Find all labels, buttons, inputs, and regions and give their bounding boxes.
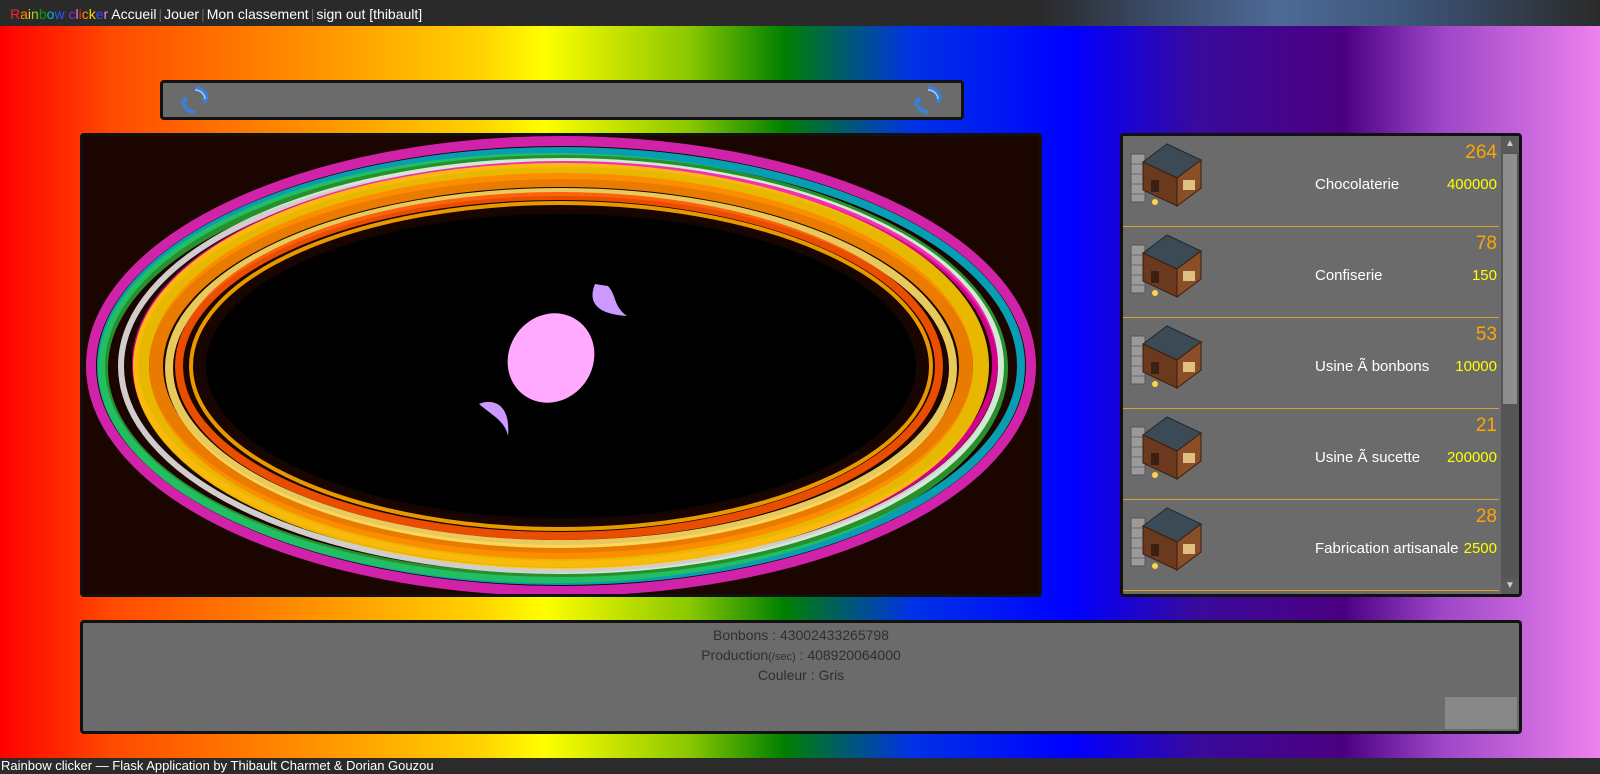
building-icon <box>1130 507 1202 571</box>
shop-item[interactable]: 53 Usine Ã bonbons 10000 <box>1123 318 1499 409</box>
item-price: 10000 <box>1455 358 1497 375</box>
item-name: Usine Ã sucette <box>1315 449 1421 466</box>
shop-item[interactable]: 78 Confiserie 150 <box>1123 227 1499 318</box>
refresh-icon[interactable] <box>179 84 211 116</box>
item-price: 150 <box>1471 267 1497 284</box>
nav-link-home[interactable]: Accueil <box>111 6 156 22</box>
stats-panel: Bonbons : 43002433265798 Production(/sec… <box>80 620 1522 734</box>
brand-letter: R <box>10 6 21 22</box>
nav-separator: | <box>158 6 163 22</box>
production-sep: : <box>795 647 808 663</box>
nav-link-play[interactable]: Jouer <box>164 6 199 22</box>
item-price: 2500 <box>1463 540 1497 557</box>
building-icon <box>1130 234 1202 298</box>
candies-label: Bonbons : <box>713 627 780 643</box>
brand-letter: e <box>95 6 104 22</box>
building-icon <box>1130 325 1202 389</box>
building-icon <box>1130 416 1202 480</box>
shop-scrollbar[interactable]: ▲ ▼ <box>1501 136 1519 594</box>
item-count: 21 <box>1475 415 1497 436</box>
brand-letter: k <box>88 6 96 22</box>
production-unit: (/sec) <box>768 651 796 663</box>
nav-inner: Rainbow clicker Accueil | Jouer | Mon classe… <box>10 6 422 22</box>
item-count: 53 <box>1475 324 1497 345</box>
item-name: Usine Ã bonbons <box>1315 358 1430 375</box>
candies-line: Bonbons : 43002433265798 <box>83 627 1519 643</box>
item-count: 78 <box>1475 233 1497 254</box>
shop-item[interactable]: 264 Chocolaterie 400000 <box>1123 136 1499 227</box>
production-value: 408920064000 <box>807 647 901 663</box>
building-icon <box>1130 143 1202 207</box>
item-name: Fabrication artisanale <box>1315 540 1459 557</box>
scroll-down-icon[interactable]: ▼ <box>1501 578 1519 594</box>
shop-list: 264 Chocolaterie 400000 78 Confiserie 150 <box>1123 136 1499 591</box>
swirl-background <box>83 136 1039 594</box>
rainbow-background: 264 Chocolaterie 400000 78 Confiserie 150 <box>0 26 1600 758</box>
scroll-thumb[interactable] <box>1503 154 1517 404</box>
nav-link-ranking[interactable]: Mon classement <box>207 6 309 22</box>
shop-item[interactable]: 21 Usine Ã sucette 200000 <box>1123 409 1499 500</box>
brand-letter: a <box>20 6 28 22</box>
brand-letter: n <box>31 6 39 22</box>
item-name: Chocolaterie <box>1315 176 1400 193</box>
scroll-up-icon[interactable]: ▲ <box>1501 136 1519 152</box>
top-nav-bar: Rainbow clicker Accueil | Jouer | Mon classe… <box>0 0 1600 27</box>
nav-link-signout[interactable]: sign out [thibault] <box>316 6 422 22</box>
brand-letter: c <box>81 6 89 22</box>
footer-text: Rainbow clicker — Flask Application by T… <box>1 758 434 773</box>
item-count: 264 <box>1465 142 1497 163</box>
shop-item[interactable]: 28 Fabrication artisanale 2500 <box>1123 500 1499 591</box>
nav-separator: | <box>310 6 315 22</box>
shop-panel: 264 Chocolaterie 400000 78 Confiserie 150 <box>1120 133 1522 597</box>
production-line: Production(/sec) : 408920064000 <box>83 647 1519 663</box>
item-count: 28 <box>1475 506 1497 527</box>
color-value: Gris <box>818 667 845 683</box>
production-label: Production <box>701 647 769 663</box>
nav-separator: | <box>201 6 205 22</box>
corner-box <box>1445 697 1517 729</box>
footer: Rainbow clicker — Flask Application by T… <box>0 758 1600 774</box>
item-price: 200000 <box>1446 449 1497 466</box>
item-price: 400000 <box>1446 176 1497 193</box>
candies-value: 43002433265798 <box>779 627 889 643</box>
refresh-icon[interactable] <box>912 84 944 116</box>
brand-letter: r <box>103 6 109 22</box>
brand-letter: w <box>54 6 65 22</box>
brand-logo[interactable]: Rainbow clicker <box>10 6 111 22</box>
refresh-bar <box>160 80 964 120</box>
item-name: Confiserie <box>1315 267 1383 284</box>
color-label: Couleur : <box>757 667 819 683</box>
game-area[interactable] <box>80 133 1042 597</box>
brand-letter: b <box>38 6 47 22</box>
color-line: Couleur : Gris <box>83 667 1519 683</box>
